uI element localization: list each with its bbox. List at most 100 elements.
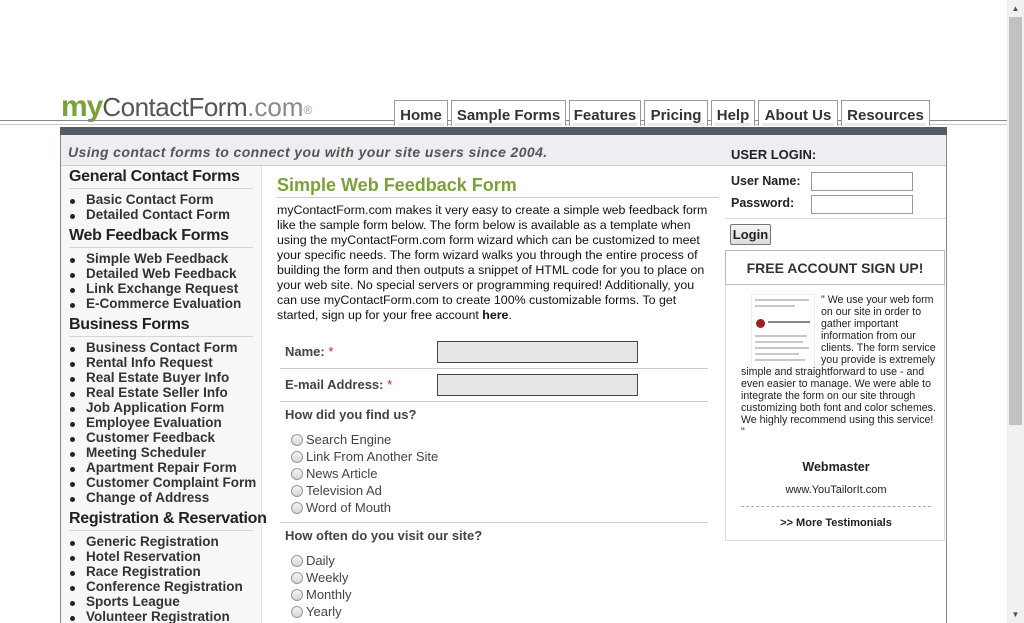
sidebar-item-link-exchange-request[interactable]: Link Exchange Request	[69, 281, 238, 296]
sidebar-item-employee-evaluation[interactable]: Employee Evaluation	[70, 415, 222, 430]
logo-my: my	[61, 90, 103, 123]
sidebar-item-job-application-form[interactable]: Job Application Form	[69, 400, 224, 415]
question-find-us: How did you find us?	[285, 407, 417, 422]
sidebar-heading-registration: Registration & Reservation	[69, 510, 267, 527]
radio-television-ad[interactable]: Television Ad	[291, 483, 382, 498]
main-content: Simple Web Feedback Form myContactForm.c…	[262, 166, 724, 623]
sidebar-item-race-registration[interactable]: Race Registration	[70, 564, 201, 579]
tagline-text: Using contact forms to connect you with …	[68, 144, 548, 160]
radio-label: Television Ad	[306, 483, 382, 498]
sidebar-heading-general: General Contact Forms	[69, 168, 240, 185]
sidebar: General Contact Forms Basic Contact Form…	[61, 166, 267, 623]
intro-end: .	[508, 308, 512, 322]
form-divider	[280, 368, 708, 369]
form-divider	[280, 522, 708, 523]
sidebar-item-real-estate-buyer-info[interactable]: Real Estate Buyer Info	[69, 370, 229, 385]
radio-circle[interactable]	[291, 485, 303, 497]
sidebar-item-volunteer-registration[interactable]: Volunteer Registration	[70, 609, 230, 623]
login-heading: USER LOGIN:	[731, 147, 817, 162]
more-testimonials-link[interactable]: >> More Testimonials	[726, 517, 946, 529]
site-logo[interactable]: myContactForm.com®	[61, 90, 312, 124]
nav-tab-features[interactable]: Features	[569, 100, 641, 126]
sidebar-heading-web-feedback: Web Feedback Forms	[69, 227, 229, 244]
radio-search-engine[interactable]: Search Engine	[291, 432, 391, 447]
radio-label: Weekly	[306, 570, 349, 585]
testimonial-divider	[741, 506, 931, 507]
email-input[interactable]	[437, 374, 638, 396]
title-divider	[277, 197, 719, 198]
sidebar-item-generic-registration[interactable]: Generic Registration	[70, 534, 219, 549]
radio-circle[interactable]	[291, 589, 303, 601]
nav-tab-help[interactable]: Help	[711, 100, 755, 126]
logo-registered-mark: ®	[303, 103, 313, 117]
scroll-down-arrow-icon[interactable]: ▼	[1007, 606, 1024, 623]
radio-label: Yearly	[306, 604, 342, 619]
radio-circle[interactable]	[291, 606, 303, 618]
sidebar-item-e-commerce-evaluation[interactable]: E-Commerce Evaluation	[69, 296, 241, 311]
sidebar-item-detailed-contact-form[interactable]: Detailed Contact Form	[69, 207, 230, 222]
testimonial-author: Webmaster	[802, 460, 870, 474]
scroll-up-arrow-icon[interactable]: ▲	[1007, 0, 1024, 17]
sidebar-heading-business: Business Forms	[69, 316, 190, 333]
signup-banner[interactable]: FREE ACCOUNT SIGN UP!	[725, 250, 945, 285]
sidebar-item-detailed-web-feedback[interactable]: Detailed Web Feedback	[70, 266, 237, 281]
intro-text: myContactForm.com makes it very easy to …	[277, 203, 708, 322]
sidebar-item-conference-registration[interactable]: Conference Registration	[70, 579, 243, 594]
radio-circle[interactable]	[291, 451, 303, 463]
radio-circle[interactable]	[291, 434, 303, 446]
radio-monthly[interactable]: Monthly	[291, 587, 352, 602]
sidebar-item-real-estate-seller-info[interactable]: Real Estate Seller Info	[70, 385, 228, 400]
radio-circle[interactable]	[291, 468, 303, 480]
vertical-scrollbar[interactable]: ▲ ▼	[1007, 0, 1024, 623]
testimonial-quote: " We use your web form on our site in or…	[741, 294, 936, 438]
logo-contact-form: ContactForm	[102, 92, 248, 122]
login-divider	[725, 218, 946, 219]
intro-paragraph: myContactForm.com makes it very easy to …	[277, 203, 717, 323]
radio-link-from-another-site[interactable]: Link From Another Site	[291, 449, 438, 464]
sidebar-item-simple-web-feedback[interactable]: Simple Web Feedback	[69, 251, 228, 266]
sidebar-item-apartment-repair-form[interactable]: Apartment Repair Form	[70, 460, 237, 475]
sidebar-item-meeting-scheduler[interactable]: Meeting Scheduler	[69, 445, 206, 460]
radio-weekly[interactable]: Weekly	[291, 570, 348, 585]
question-visit-frequency: How often do you visit our site?	[285, 528, 483, 543]
radio-news-article[interactable]: News Article	[291, 466, 378, 481]
sidebar-item-basic-contact-form[interactable]: Basic Contact Form	[70, 192, 214, 207]
radio-circle[interactable]	[291, 572, 303, 584]
radio-circle[interactable]	[291, 555, 303, 567]
radio-daily[interactable]: Daily	[291, 553, 335, 568]
sidebar-item-rental-info-request[interactable]: Rental Info Request	[70, 355, 213, 370]
name-label-text: Name:	[285, 344, 325, 359]
testimonial-panel: " We use your web form on our site in or…	[725, 285, 945, 541]
login-header: USER LOGIN:	[725, 135, 946, 166]
email-label-text: E-mail Address:	[285, 377, 384, 392]
username-label: User Name:	[731, 174, 801, 188]
sidebar-item-customer-feedback[interactable]: Customer Feedback	[69, 430, 215, 445]
sidebar-item-sports-league[interactable]: Sports League	[70, 594, 180, 609]
password-label: Password:	[731, 196, 795, 210]
radio-label: Daily	[306, 553, 335, 568]
sidebar-item-change-of-address[interactable]: Change of Address	[69, 490, 209, 505]
nav-tab-about-us[interactable]: About Us	[758, 100, 838, 126]
nav-tab-resources[interactable]: Resources	[841, 100, 930, 126]
sidebar-item-hotel-reservation[interactable]: Hotel Reservation	[70, 549, 201, 564]
sidebar-item-business-contact-form[interactable]: Business Contact Form	[70, 340, 238, 355]
intro-signup-link[interactable]: here	[482, 308, 508, 322]
radio-yearly[interactable]: Yearly	[291, 604, 342, 619]
testimonial-url: www.YouTailorIt.com	[785, 484, 887, 496]
scrollbar-thumb[interactable]	[1009, 17, 1022, 425]
nav-tab-home[interactable]: Home	[394, 100, 448, 126]
radio-word-of-mouth[interactable]: Word of Mouth	[291, 500, 391, 515]
name-input[interactable]	[437, 341, 638, 363]
form-divider	[280, 401, 708, 402]
nav-tab-sample-forms[interactable]: Sample Forms	[451, 100, 566, 126]
sidebar-divider	[69, 188, 253, 189]
nav-tab-pricing[interactable]: Pricing	[644, 100, 708, 126]
login-button[interactable]: Login	[730, 224, 771, 245]
radio-label: Monthly	[306, 587, 352, 602]
username-input[interactable]	[811, 172, 913, 191]
signup-label[interactable]: FREE ACCOUNT SIGN UP!	[726, 260, 944, 276]
radio-label: Word of Mouth	[306, 500, 392, 515]
radio-circle[interactable]	[291, 502, 303, 514]
sidebar-item-customer-complaint-form[interactable]: Customer Complaint Form	[69, 475, 256, 490]
password-input[interactable]	[811, 195, 913, 214]
